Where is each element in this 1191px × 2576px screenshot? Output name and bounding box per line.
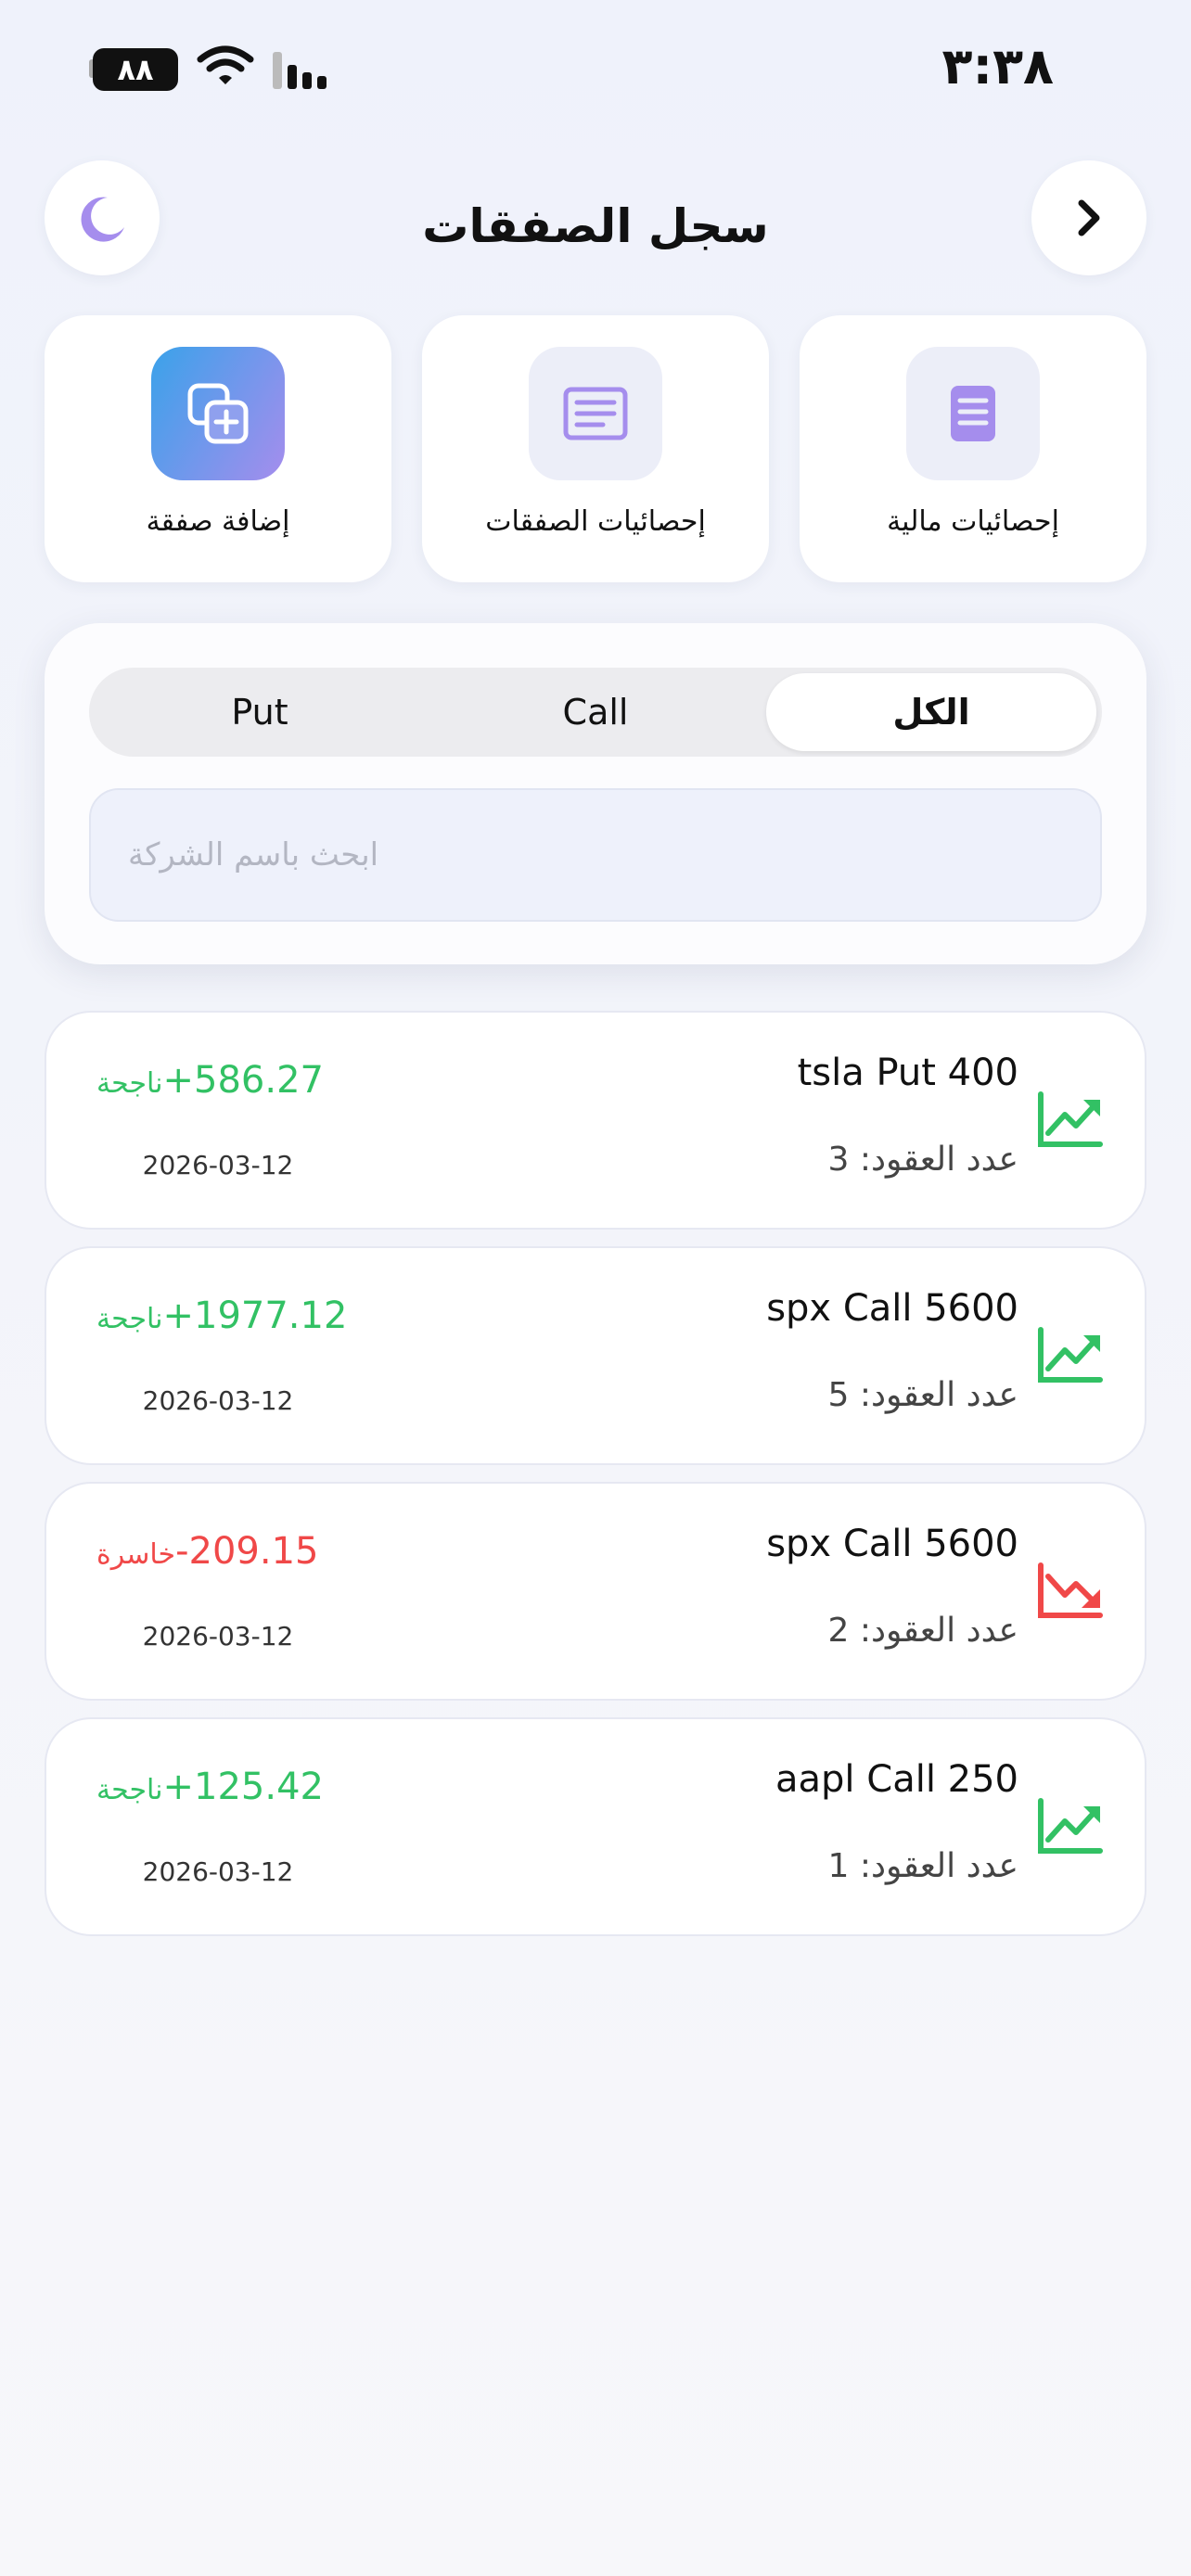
trend-down-icon: [1038, 1562, 1103, 1618]
financial-stats-tile[interactable]: إحصائيات مالية: [800, 315, 1146, 582]
trade-result: ناجحة +1977.12: [85, 1294, 347, 1337]
status-time: ٣:٣٨: [941, 37, 1054, 96]
trade-date: 2026-03-12: [142, 1856, 294, 1887]
trade-status: خاسرة: [96, 1538, 176, 1571]
trade-contracts: عدد العقود: 3: [827, 1141, 1018, 1179]
trade-contracts: عدد العقود: 5: [827, 1376, 1018, 1414]
financial-stats-label: إحصائيات مالية: [887, 505, 1059, 538]
trade-amount: +586.27: [162, 1059, 324, 1102]
trade-name: spx Call 5600: [766, 1287, 1018, 1330]
wifi-icon: [197, 45, 254, 84]
status-bar: ٨٨ ٣:٣٨: [0, 0, 1191, 139]
trade-card[interactable]: tsla Put 400 عدد العقود: 3 ناجحة +586.27…: [45, 1011, 1146, 1230]
trade-card[interactable]: spx Call 5600 عدد العقود: 5 ناجحة +1977.…: [45, 1246, 1146, 1465]
trade-date: 2026-03-12: [142, 1621, 294, 1651]
trade-card[interactable]: aapl Call 250 عدد العقود: 1 ناجحة +125.4…: [45, 1717, 1146, 1936]
add-trade-icon-box: [151, 347, 285, 480]
trade-amount: -209.15: [175, 1530, 319, 1573]
trend-up-icon: [1038, 1327, 1103, 1383]
trade-contracts: عدد العقود: 1: [827, 1847, 1018, 1885]
signal-icon: [273, 52, 327, 89]
document-icon: [951, 386, 995, 441]
trade-amount: +1977.12: [162, 1294, 348, 1337]
filter-card: Put Call الكل: [45, 623, 1146, 964]
header: سجل الصفقات: [0, 158, 1191, 278]
list-icon: [563, 387, 628, 440]
trade-name: spx Call 5600: [766, 1523, 1018, 1565]
action-tiles: إضافة صفقة إحصائيات الصفقات إحصائيات مال…: [45, 315, 1146, 582]
add-copy-icon: [187, 383, 249, 444]
segment-all[interactable]: الكل: [766, 673, 1096, 751]
trade-stats-label: إحصائيات الصفقات: [485, 505, 706, 538]
trade-result: خاسرة -209.15: [85, 1530, 319, 1573]
trade-result: ناجحة +586.27: [85, 1059, 324, 1102]
trade-amount: +125.42: [162, 1766, 324, 1808]
trade-stats-tile[interactable]: إحصائيات الصفقات: [422, 315, 769, 582]
segment-put[interactable]: Put: [95, 673, 425, 751]
trade-card[interactable]: spx Call 5600 عدد العقود: 2 خاسرة -209.1…: [45, 1482, 1146, 1701]
segment-call[interactable]: Call: [430, 673, 761, 751]
trade-name: tsla Put 400: [797, 1052, 1018, 1094]
search-input[interactable]: [89, 788, 1102, 922]
battery-indicator: ٨٨: [93, 48, 178, 91]
trade-result: ناجحة +125.42: [85, 1766, 324, 1808]
page-title: سجل الصفقات: [422, 199, 769, 253]
trade-date: 2026-03-12: [142, 1150, 294, 1180]
trade-name: aapl Call 250: [775, 1758, 1018, 1801]
add-trade-tile[interactable]: إضافة صفقة: [45, 315, 391, 582]
trade-contracts: عدد العقود: 2: [827, 1612, 1018, 1650]
trade-stats-icon-box: [529, 347, 662, 480]
add-trade-label: إضافة صفقة: [146, 505, 290, 538]
financial-stats-icon-box: [906, 347, 1040, 480]
trend-up-icon: [1038, 1798, 1103, 1854]
trade-status: ناجحة: [96, 1774, 163, 1806]
trade-status: ناجحة: [96, 1067, 163, 1100]
type-segmented-control: Put Call الكل: [89, 668, 1102, 757]
trade-date: 2026-03-12: [142, 1385, 294, 1416]
back-button[interactable]: [1031, 160, 1146, 275]
trade-status: ناجحة: [96, 1303, 163, 1335]
trade-list: tsla Put 400 عدد العقود: 3 ناجحة +586.27…: [45, 1011, 1146, 1953]
trend-up-icon: [1038, 1091, 1103, 1147]
chevron-right-icon: [1078, 199, 1100, 236]
